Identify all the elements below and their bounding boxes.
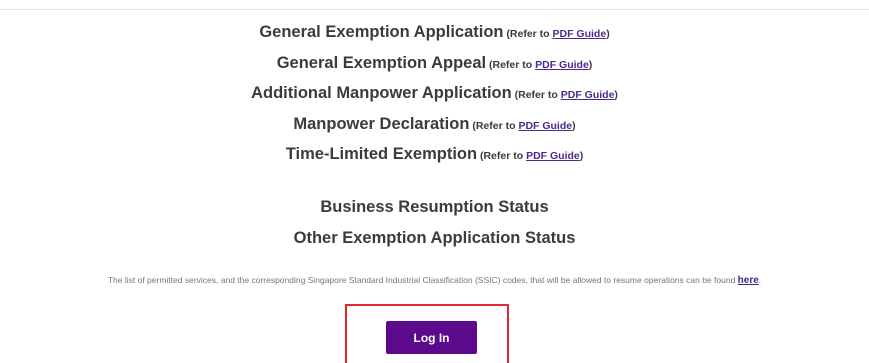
ref-note: (Refer to PDF Guide): [486, 58, 593, 71]
ref-note: (Refer to PDF Guide): [477, 150, 584, 162]
manpower-declaration-link[interactable]: Manpower Declaration: [293, 115, 469, 133]
ref-note: (Refer to PDF Guide): [511, 89, 618, 101]
application-links-list: General Exemption Application (Refer to …: [0, 20, 869, 173]
application-row-manpower-declaration: Manpower Declaration (Refer to PDF Guide…: [0, 112, 869, 143]
status-links-list: Business Resumption Status Other Exempti…: [0, 196, 869, 258]
pdf-guide-link[interactable]: PDF Guide: [526, 150, 580, 162]
permitted-services-notice: The list of permitted services, and the …: [107, 275, 762, 286]
pdf-guide-link[interactable]: PDF Guide: [561, 89, 615, 101]
top-divider: [0, 9, 869, 10]
page: General Exemption Application (Refer to …: [0, 0, 869, 363]
pdf-guide-link[interactable]: PDF Guide: [518, 120, 572, 132]
ref-note: (Refer to PDF Guide): [503, 28, 610, 40]
general-exemption-appeal-link[interactable]: General Exemption Appeal: [277, 54, 486, 72]
business-resumption-status-link[interactable]: Business Resumption Status: [0, 196, 869, 227]
application-row-additional-manpower-application: Additional Manpower Application (Refer t…: [0, 81, 869, 112]
pdf-guide-link[interactable]: PDF Guide: [535, 59, 589, 71]
additional-manpower-application-link[interactable]: Additional Manpower Application: [251, 84, 512, 102]
pdf-guide-link[interactable]: PDF Guide: [553, 28, 607, 40]
login-button[interactable]: Log In: [386, 321, 477, 354]
application-row-general-exemption-application: General Exemption Application (Refer to …: [0, 20, 869, 51]
ref-note: (Refer to PDF Guide): [469, 119, 576, 132]
application-row-time-limited-exemption: Time-Limited Exemption (Refer to PDF Gui…: [0, 142, 869, 173]
time-limited-exemption-link[interactable]: Time-Limited Exemption: [286, 145, 477, 163]
application-row-general-exemption-appeal: General Exemption Appeal (Refer to PDF G…: [0, 51, 869, 82]
ssic-list-here-link[interactable]: here: [738, 275, 759, 286]
other-exemption-application-status-link[interactable]: Other Exemption Application Status: [0, 227, 869, 258]
general-exemption-application-link[interactable]: General Exemption Application: [259, 23, 503, 41]
